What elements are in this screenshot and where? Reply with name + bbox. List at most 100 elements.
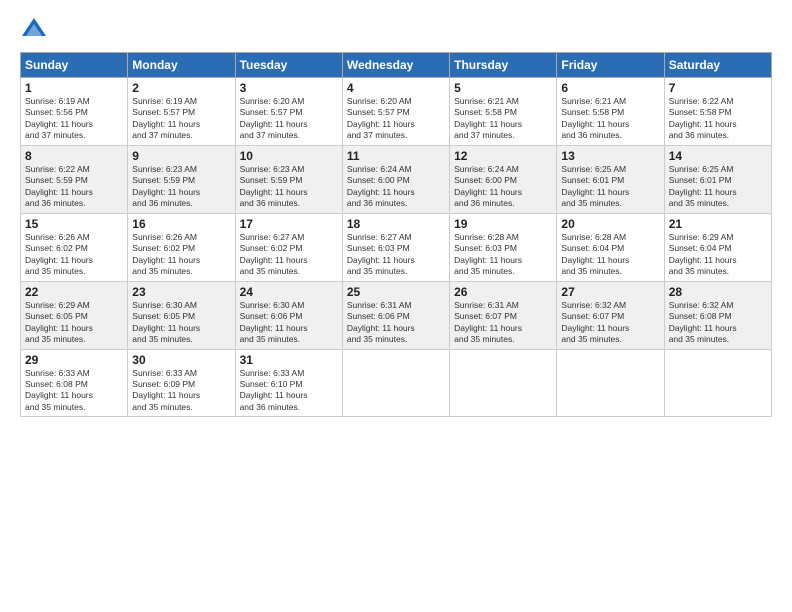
day-number: 10 — [240, 149, 338, 163]
day-detail: Sunrise: 6:22 AMSunset: 5:58 PMDaylight:… — [669, 96, 767, 142]
table-row: 10Sunrise: 6:23 AMSunset: 5:59 PMDayligh… — [235, 145, 342, 213]
day-detail: Sunrise: 6:32 AMSunset: 6:07 PMDaylight:… — [561, 300, 659, 346]
table-row: 24Sunrise: 6:30 AMSunset: 6:06 PMDayligh… — [235, 281, 342, 349]
day-number: 20 — [561, 217, 659, 231]
day-detail: Sunrise: 6:31 AMSunset: 6:06 PMDaylight:… — [347, 300, 445, 346]
col-wednesday: Wednesday — [342, 53, 449, 78]
day-number: 18 — [347, 217, 445, 231]
logo-icon — [20, 16, 48, 44]
day-detail: Sunrise: 6:23 AMSunset: 5:59 PMDaylight:… — [132, 164, 230, 210]
day-number: 22 — [25, 285, 123, 299]
day-number: 16 — [132, 217, 230, 231]
day-detail: Sunrise: 6:29 AMSunset: 6:04 PMDaylight:… — [669, 232, 767, 278]
table-row: 17Sunrise: 6:27 AMSunset: 6:02 PMDayligh… — [235, 213, 342, 281]
table-row: 12Sunrise: 6:24 AMSunset: 6:00 PMDayligh… — [450, 145, 557, 213]
day-detail: Sunrise: 6:21 AMSunset: 5:58 PMDaylight:… — [454, 96, 552, 142]
table-row: 2Sunrise: 6:19 AMSunset: 5:57 PMDaylight… — [128, 78, 235, 146]
day-detail: Sunrise: 6:28 AMSunset: 6:04 PMDaylight:… — [561, 232, 659, 278]
day-number: 21 — [669, 217, 767, 231]
day-detail: Sunrise: 6:33 AMSunset: 6:08 PMDaylight:… — [25, 368, 123, 414]
table-row: 5Sunrise: 6:21 AMSunset: 5:58 PMDaylight… — [450, 78, 557, 146]
table-row: 16Sunrise: 6:26 AMSunset: 6:02 PMDayligh… — [128, 213, 235, 281]
day-number: 27 — [561, 285, 659, 299]
table-row: 23Sunrise: 6:30 AMSunset: 6:05 PMDayligh… — [128, 281, 235, 349]
table-row: 19Sunrise: 6:28 AMSunset: 6:03 PMDayligh… — [450, 213, 557, 281]
calendar-week-row: 22Sunrise: 6:29 AMSunset: 6:05 PMDayligh… — [21, 281, 772, 349]
table-row: 26Sunrise: 6:31 AMSunset: 6:07 PMDayligh… — [450, 281, 557, 349]
table-row: 1Sunrise: 6:19 AMSunset: 5:56 PMDaylight… — [21, 78, 128, 146]
day-detail: Sunrise: 6:26 AMSunset: 6:02 PMDaylight:… — [25, 232, 123, 278]
day-number: 9 — [132, 149, 230, 163]
table-row: 18Sunrise: 6:27 AMSunset: 6:03 PMDayligh… — [342, 213, 449, 281]
day-detail: Sunrise: 6:31 AMSunset: 6:07 PMDaylight:… — [454, 300, 552, 346]
table-row — [342, 349, 449, 417]
table-row — [664, 349, 771, 417]
day-number: 26 — [454, 285, 552, 299]
day-detail: Sunrise: 6:32 AMSunset: 6:08 PMDaylight:… — [669, 300, 767, 346]
day-detail: Sunrise: 6:29 AMSunset: 6:05 PMDaylight:… — [25, 300, 123, 346]
day-number: 23 — [132, 285, 230, 299]
day-number: 5 — [454, 81, 552, 95]
day-number: 6 — [561, 81, 659, 95]
table-row: 31Sunrise: 6:33 AMSunset: 6:10 PMDayligh… — [235, 349, 342, 417]
col-tuesday: Tuesday — [235, 53, 342, 78]
day-number: 1 — [25, 81, 123, 95]
col-monday: Monday — [128, 53, 235, 78]
table-row: 15Sunrise: 6:26 AMSunset: 6:02 PMDayligh… — [21, 213, 128, 281]
table-row: 7Sunrise: 6:22 AMSunset: 5:58 PMDaylight… — [664, 78, 771, 146]
day-detail: Sunrise: 6:26 AMSunset: 6:02 PMDaylight:… — [132, 232, 230, 278]
day-number: 24 — [240, 285, 338, 299]
table-row: 8Sunrise: 6:22 AMSunset: 5:59 PMDaylight… — [21, 145, 128, 213]
table-row: 9Sunrise: 6:23 AMSunset: 5:59 PMDaylight… — [128, 145, 235, 213]
day-number: 29 — [25, 353, 123, 367]
table-row: 14Sunrise: 6:25 AMSunset: 6:01 PMDayligh… — [664, 145, 771, 213]
day-number: 30 — [132, 353, 230, 367]
day-number: 19 — [454, 217, 552, 231]
day-detail: Sunrise: 6:30 AMSunset: 6:06 PMDaylight:… — [240, 300, 338, 346]
page: Sunday Monday Tuesday Wednesday Thursday… — [0, 0, 792, 612]
day-detail: Sunrise: 6:27 AMSunset: 6:03 PMDaylight:… — [347, 232, 445, 278]
table-row: 4Sunrise: 6:20 AMSunset: 5:57 PMDaylight… — [342, 78, 449, 146]
day-detail: Sunrise: 6:25 AMSunset: 6:01 PMDaylight:… — [561, 164, 659, 210]
day-detail: Sunrise: 6:28 AMSunset: 6:03 PMDaylight:… — [454, 232, 552, 278]
day-detail: Sunrise: 6:22 AMSunset: 5:59 PMDaylight:… — [25, 164, 123, 210]
table-row — [450, 349, 557, 417]
day-detail: Sunrise: 6:33 AMSunset: 6:10 PMDaylight:… — [240, 368, 338, 414]
day-number: 11 — [347, 149, 445, 163]
day-detail: Sunrise: 6:23 AMSunset: 5:59 PMDaylight:… — [240, 164, 338, 210]
col-thursday: Thursday — [450, 53, 557, 78]
calendar-week-row: 15Sunrise: 6:26 AMSunset: 6:02 PMDayligh… — [21, 213, 772, 281]
table-row: 3Sunrise: 6:20 AMSunset: 5:57 PMDaylight… — [235, 78, 342, 146]
calendar-table: Sunday Monday Tuesday Wednesday Thursday… — [20, 52, 772, 417]
header — [20, 16, 772, 44]
col-saturday: Saturday — [664, 53, 771, 78]
day-detail: Sunrise: 6:25 AMSunset: 6:01 PMDaylight:… — [669, 164, 767, 210]
day-detail: Sunrise: 6:21 AMSunset: 5:58 PMDaylight:… — [561, 96, 659, 142]
day-detail: Sunrise: 6:20 AMSunset: 5:57 PMDaylight:… — [240, 96, 338, 142]
day-number: 12 — [454, 149, 552, 163]
day-number: 14 — [669, 149, 767, 163]
table-row: 28Sunrise: 6:32 AMSunset: 6:08 PMDayligh… — [664, 281, 771, 349]
table-row — [557, 349, 664, 417]
table-row: 13Sunrise: 6:25 AMSunset: 6:01 PMDayligh… — [557, 145, 664, 213]
col-friday: Friday — [557, 53, 664, 78]
table-row: 11Sunrise: 6:24 AMSunset: 6:00 PMDayligh… — [342, 145, 449, 213]
day-detail: Sunrise: 6:19 AMSunset: 5:57 PMDaylight:… — [132, 96, 230, 142]
day-detail: Sunrise: 6:24 AMSunset: 6:00 PMDaylight:… — [347, 164, 445, 210]
col-sunday: Sunday — [21, 53, 128, 78]
day-number: 31 — [240, 353, 338, 367]
calendar-week-row: 29Sunrise: 6:33 AMSunset: 6:08 PMDayligh… — [21, 349, 772, 417]
day-number: 8 — [25, 149, 123, 163]
table-row: 22Sunrise: 6:29 AMSunset: 6:05 PMDayligh… — [21, 281, 128, 349]
table-row: 6Sunrise: 6:21 AMSunset: 5:58 PMDaylight… — [557, 78, 664, 146]
table-row: 20Sunrise: 6:28 AMSunset: 6:04 PMDayligh… — [557, 213, 664, 281]
table-row: 25Sunrise: 6:31 AMSunset: 6:06 PMDayligh… — [342, 281, 449, 349]
day-number: 15 — [25, 217, 123, 231]
day-detail: Sunrise: 6:19 AMSunset: 5:56 PMDaylight:… — [25, 96, 123, 142]
calendar-week-row: 1Sunrise: 6:19 AMSunset: 5:56 PMDaylight… — [21, 78, 772, 146]
logo — [20, 16, 52, 44]
day-number: 28 — [669, 285, 767, 299]
calendar-week-row: 8Sunrise: 6:22 AMSunset: 5:59 PMDaylight… — [21, 145, 772, 213]
table-row: 27Sunrise: 6:32 AMSunset: 6:07 PMDayligh… — [557, 281, 664, 349]
day-number: 13 — [561, 149, 659, 163]
